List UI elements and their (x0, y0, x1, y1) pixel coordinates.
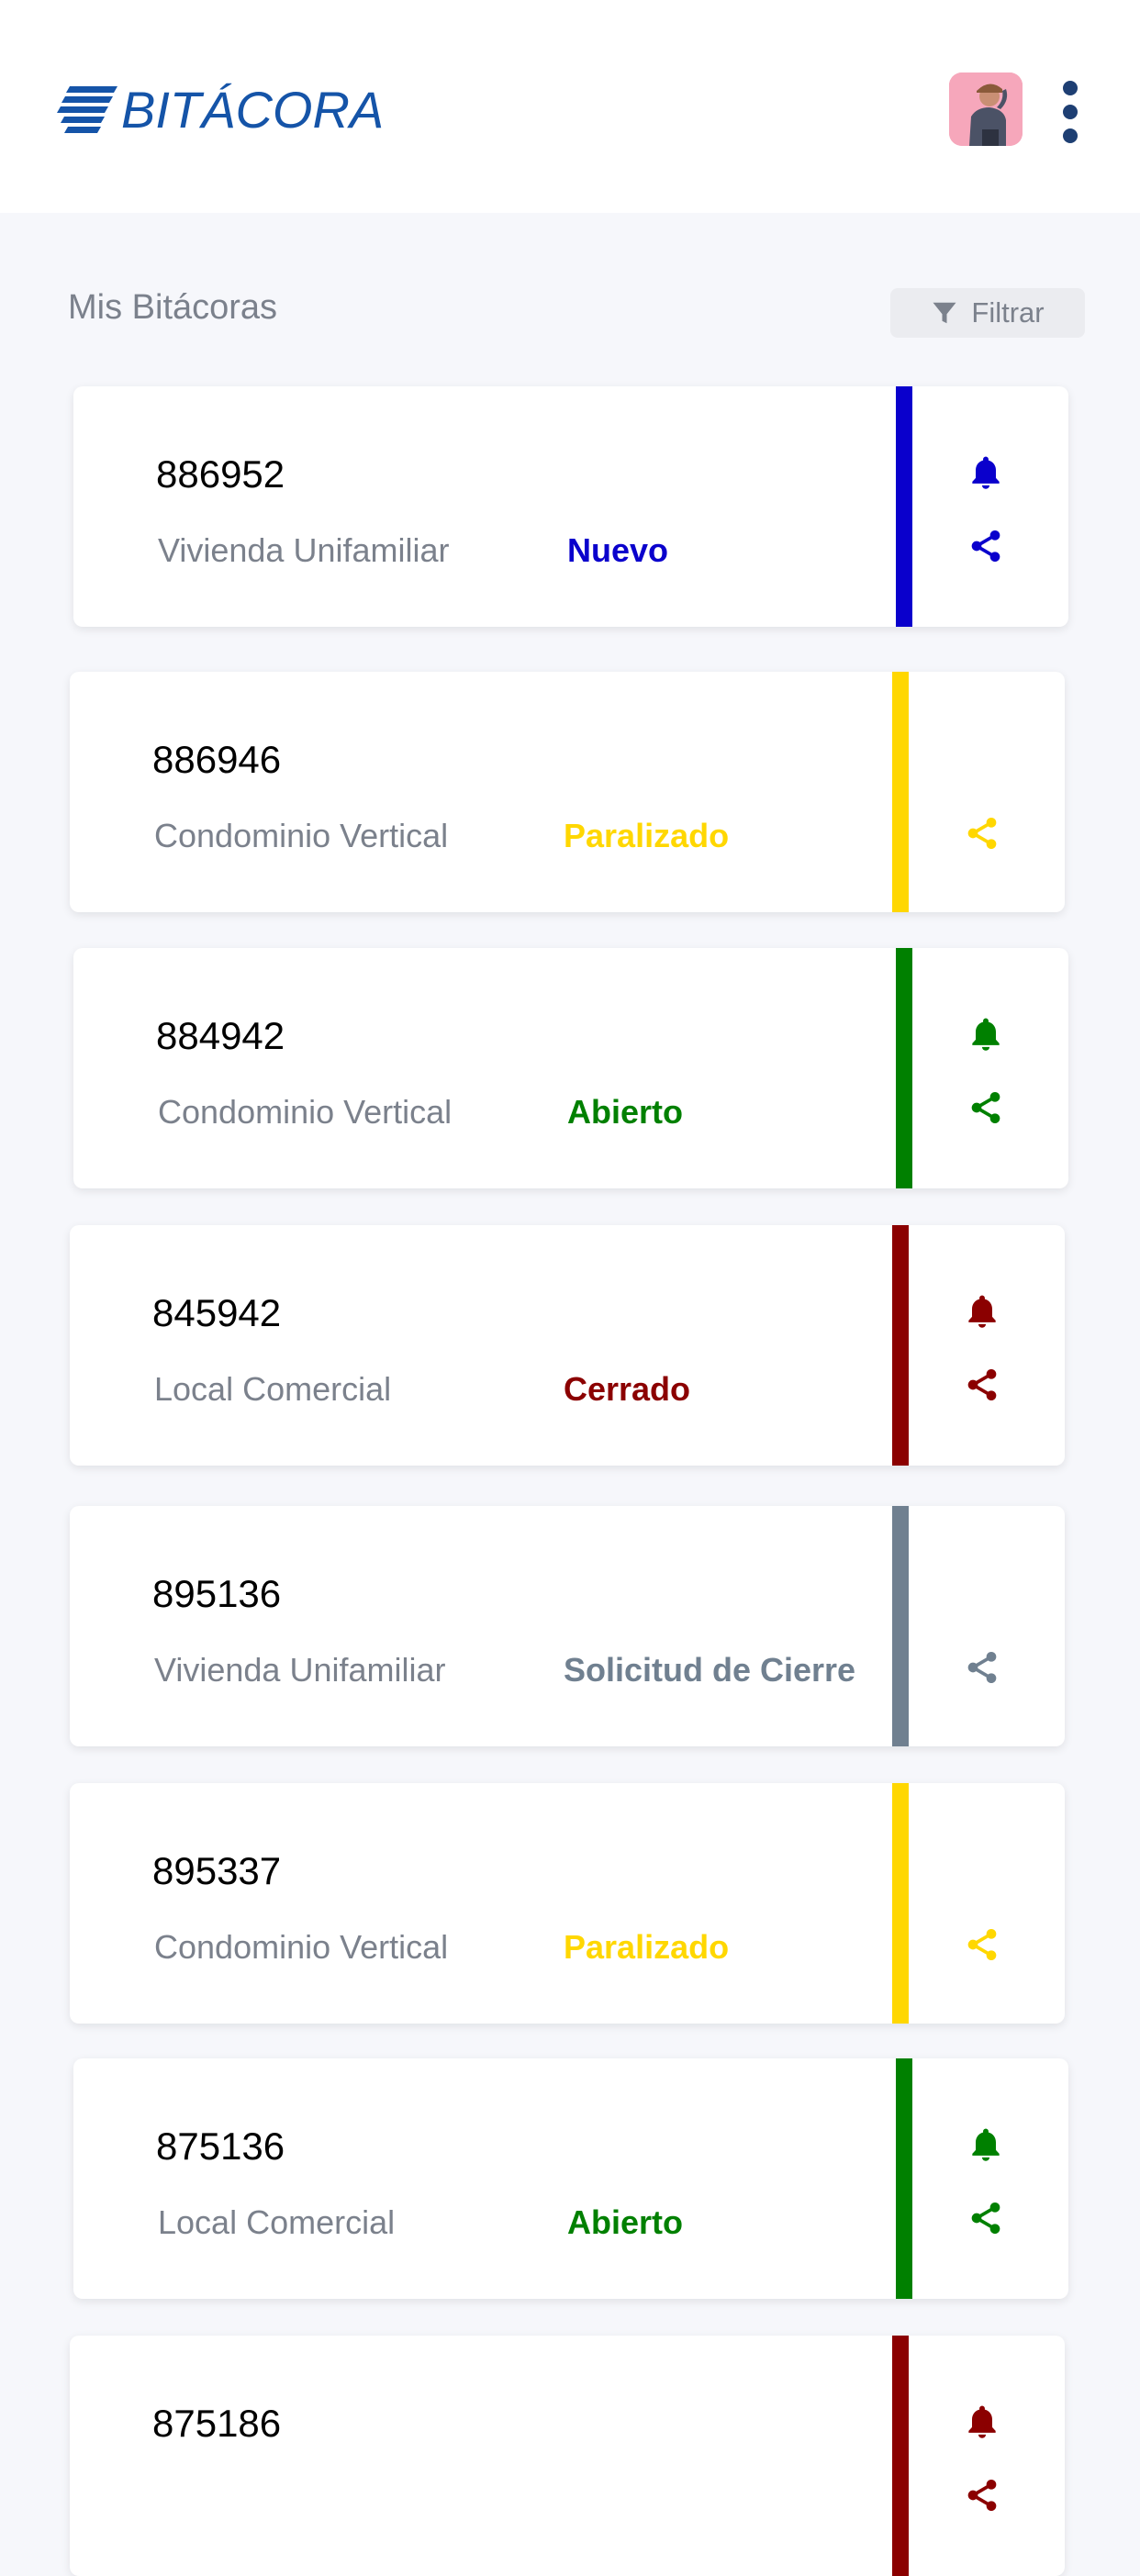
bell-icon[interactable] (966, 1014, 1006, 1054)
bitacora-code: 875186 (152, 2402, 282, 2445)
bitacora-code: 875136 (156, 2124, 285, 2168)
status-badge: Paralizado (564, 1928, 730, 1966)
status-badge: Solicitud de Cierre (564, 1651, 856, 1689)
share-icon[interactable] (964, 815, 1000, 852)
bitacora-code: 886952 (156, 452, 285, 496)
bitacora-card[interactable]: 886952 Vivienda Unifamiliar Nuevo (73, 386, 1068, 627)
app-header: BITÁCORA (0, 0, 1140, 213)
bitacora-card[interactable]: 884942 Condominio Vertical Abierto (73, 948, 1068, 1188)
status-badge: Cerrado (564, 1370, 691, 1408)
status-color-bar (896, 386, 912, 627)
avatar[interactable] (949, 72, 1023, 146)
share-icon[interactable] (967, 528, 1004, 564)
bitacora-type: Condominio Vertical (154, 817, 449, 854)
share-icon[interactable] (964, 1926, 1000, 1963)
bell-icon[interactable] (962, 1291, 1002, 1332)
status-color-bar (892, 672, 909, 912)
share-icon[interactable] (967, 1089, 1004, 1126)
more-options-icon[interactable] (1054, 81, 1087, 143)
share-icon[interactable] (967, 2200, 1004, 2236)
bitacora-type: Condominio Vertical (158, 1093, 453, 1131)
bitacora-code: 895337 (152, 1849, 282, 1892)
bitacora-type: Local Comercial (154, 1370, 392, 1408)
bitacora-card[interactable]: 895337 Condominio Vertical Paralizado (70, 1783, 1065, 2024)
filter-icon (933, 302, 956, 324)
bitacora-logo[interactable]: BITÁCORA (57, 81, 384, 139)
bitacora-code: 845942 (152, 1291, 282, 1334)
bitacora-type: Condominio Vertical (154, 1928, 449, 1966)
status-color-bar (892, 1783, 909, 2024)
bell-icon[interactable] (966, 2124, 1006, 2165)
filter-label: Filtrar (971, 296, 1045, 329)
bitacora-type: Local Comercial (158, 2203, 396, 2241)
bitacora-type: Vivienda Unifamiliar (154, 1651, 446, 1689)
bitacora-card[interactable]: 875186 (70, 2336, 1065, 2576)
status-badge: Abierto (567, 2203, 683, 2241)
status-color-bar (892, 1225, 909, 1466)
status-badge: Paralizado (564, 817, 730, 854)
status-color-bar (892, 1506, 909, 1746)
share-icon[interactable] (964, 2477, 1000, 2514)
bell-icon[interactable] (966, 452, 1006, 493)
page-title: Mis Bitácoras (68, 288, 278, 327)
logo-text: BITÁCORA (121, 81, 385, 139)
status-color-bar (892, 2336, 909, 2576)
bitacora-card[interactable]: 895136 Vivienda Unifamiliar Solicitud de C… (70, 1506, 1065, 1746)
bitacora-type: Vivienda Unifamiliar (158, 531, 450, 569)
bitacora-code: 895136 (152, 1572, 282, 1615)
bitacora-code: 886946 (152, 738, 282, 781)
logo-icon (57, 86, 117, 133)
status-color-bar (896, 948, 912, 1188)
bitacora-card[interactable]: 875136 Local Comercial Abierto (73, 2058, 1068, 2299)
bitacora-code: 884942 (156, 1014, 285, 1057)
status-color-bar (896, 2058, 912, 2299)
user-photo (949, 72, 1023, 146)
bitacora-card[interactable]: 886946 Condominio Vertical Paralizado (70, 672, 1065, 912)
bell-icon[interactable] (962, 2402, 1002, 2442)
share-icon[interactable] (964, 1649, 1000, 1686)
status-badge: Abierto (567, 1093, 683, 1131)
share-icon[interactable] (964, 1366, 1000, 1403)
filter-button[interactable]: Filtrar (890, 288, 1085, 338)
status-badge: Nuevo (567, 531, 669, 569)
bitacora-card[interactable]: 845942 Local Comercial Cerrado (70, 1225, 1065, 1466)
